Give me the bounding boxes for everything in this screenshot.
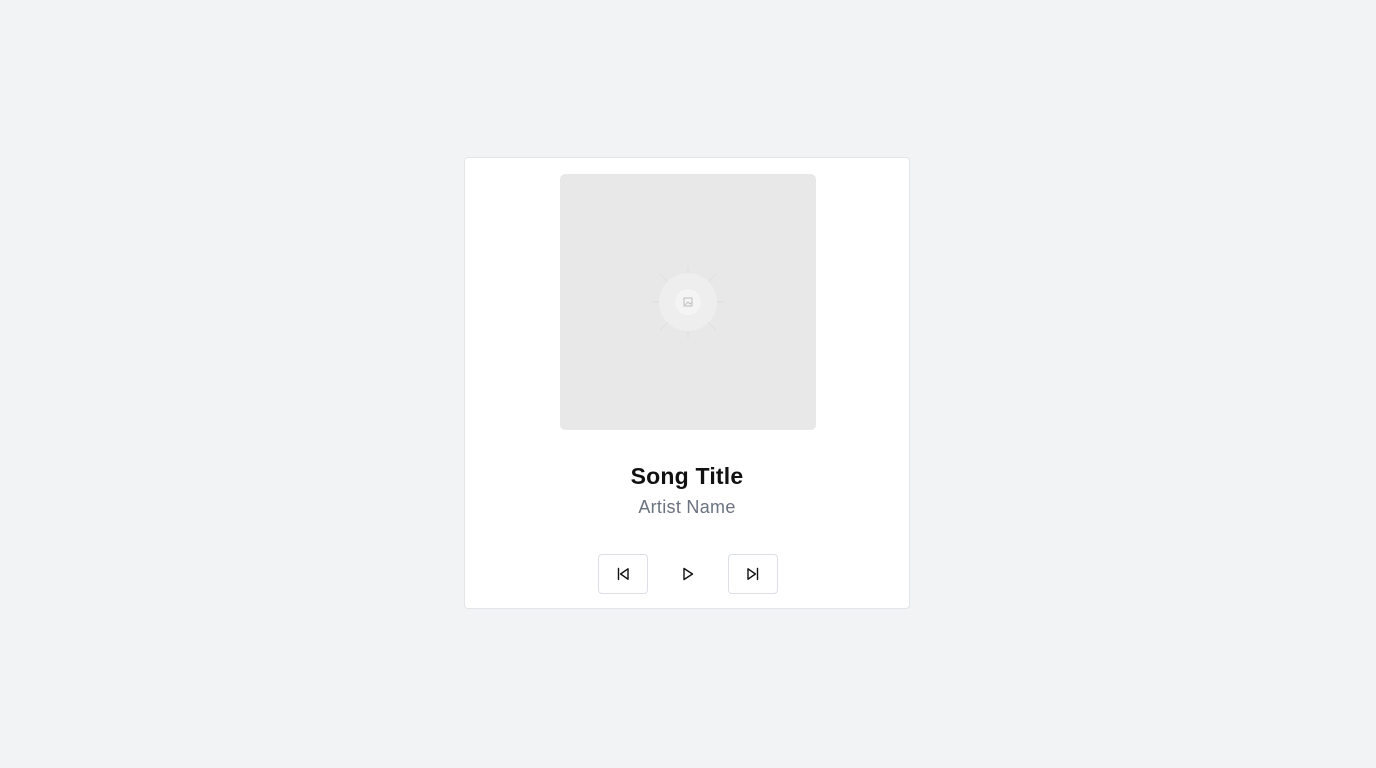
next-button[interactable] (728, 554, 778, 594)
play-icon (683, 567, 694, 581)
song-title: Song Title (630, 463, 744, 489)
image-placeholder-icon (652, 266, 724, 338)
playback-controls (598, 554, 778, 594)
skip-forward-icon (747, 567, 759, 581)
skip-back-icon (617, 567, 629, 581)
album-cover (560, 174, 816, 430)
music-player-card: Song Title Artist Name (464, 157, 910, 609)
artist-name: Artist Name (638, 497, 736, 517)
play-button[interactable] (663, 554, 713, 594)
previous-button[interactable] (598, 554, 648, 594)
